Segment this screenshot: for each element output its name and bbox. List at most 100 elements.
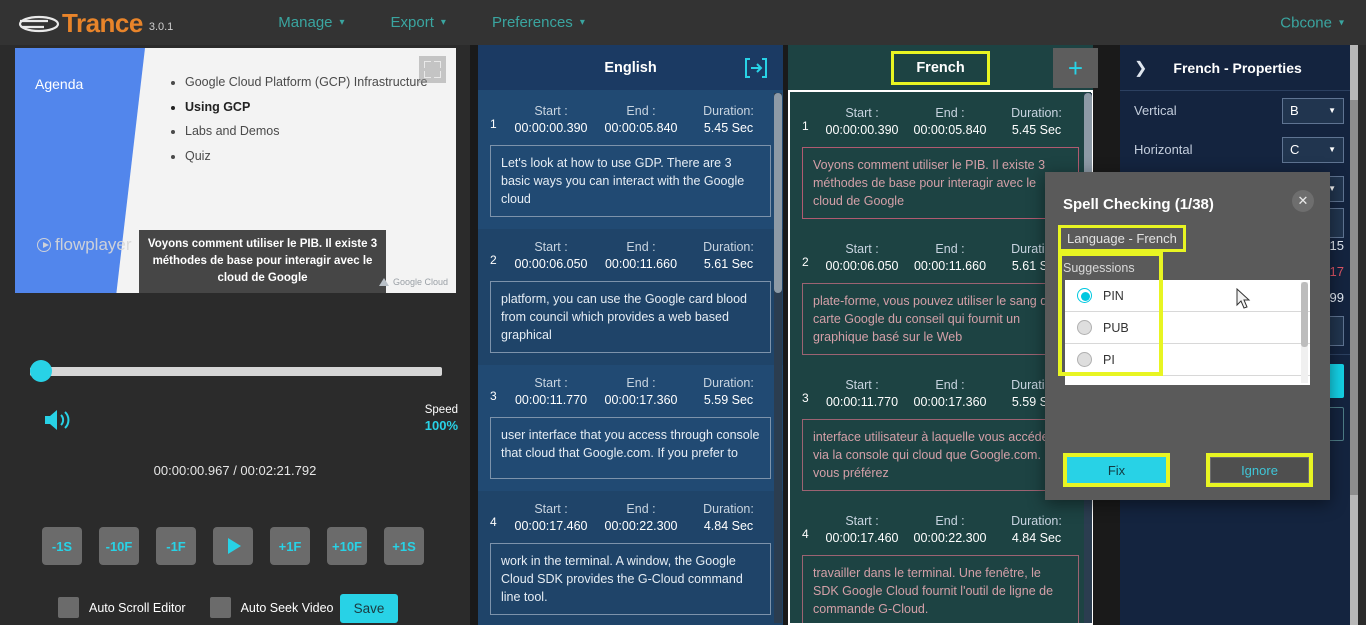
export-arrow-icon[interactable] xyxy=(743,56,769,80)
editor-options-row: Auto Scroll Editor Auto Seek Video xyxy=(58,597,357,618)
end-value: 00:00:17.360 xyxy=(913,395,987,409)
table-row[interactable]: 1 Start :00:00:00.390 End :00:00:05.840 … xyxy=(478,93,783,229)
fullscreen-icon[interactable] xyxy=(419,56,446,83)
chevron-down-icon: ▼ xyxy=(1328,106,1336,115)
chevron-down-icon: ▼ xyxy=(1328,145,1336,154)
tab-french-label[interactable]: French xyxy=(891,50,990,85)
scrollbar-thumb[interactable] xyxy=(1301,282,1308,347)
start-label: Start : xyxy=(845,378,879,392)
duration-value: 4.84 Sec xyxy=(703,519,754,533)
scrollbar-thumb[interactable] xyxy=(1350,100,1358,495)
chevron-right-icon[interactable]: ❯ xyxy=(1134,58,1147,78)
column-english: English 1 Start : 00:00:00.390 End : 00:00… xyxy=(478,45,783,625)
google-cloud-watermark: Google Cloud xyxy=(378,277,448,287)
suggestion-label: PIN xyxy=(1103,288,1124,303)
suggestions-list[interactable]: PIN PUB PI xyxy=(1065,280,1310,385)
flowplayer-watermark: flowplayer xyxy=(37,235,132,255)
end-value: 00:00:17.360 xyxy=(604,393,678,407)
cue-number: 1 xyxy=(490,117,497,131)
seek-track[interactable] xyxy=(30,367,442,376)
duration-value: 5.45 Sec xyxy=(703,121,754,135)
seek-bar[interactable] xyxy=(30,360,442,382)
seek-thumb[interactable] xyxy=(30,360,52,382)
column-english-header[interactable]: English xyxy=(478,45,783,90)
property-row-vertical: Vertical B ▼ xyxy=(1120,91,1358,130)
menu-export-label: Export xyxy=(390,14,434,31)
subtitle-text-field[interactable]: interface utilisateur à laquelle vous ac… xyxy=(802,419,1079,491)
fix-button[interactable]: Fix xyxy=(1063,453,1170,487)
speed-label: Speed xyxy=(424,404,458,416)
subtitle-text-field[interactable]: travailler dans le terminal. Une fenêtre… xyxy=(802,555,1079,623)
menu-manage[interactable]: Manage ▾ xyxy=(278,14,344,31)
speed-indicator[interactable]: Speed 100% xyxy=(425,403,458,433)
properties-scrollbar[interactable] xyxy=(1350,45,1358,625)
english-scrollbar[interactable] xyxy=(774,93,782,623)
suggestions-scrollbar[interactable] xyxy=(1301,282,1308,383)
menu-preferences[interactable]: Preferences ▾ xyxy=(492,14,585,31)
start-value: 00:00:11.770 xyxy=(514,393,588,407)
auto-seek-video-checkbox[interactable] xyxy=(209,597,231,618)
save-button[interactable]: Save xyxy=(340,594,398,623)
play-button[interactable] xyxy=(213,527,253,565)
cue-time-row: 2 Start :00:00:06.050 End :00:00:11.660 … xyxy=(802,241,1079,275)
list-item[interactable]: PI xyxy=(1065,344,1310,376)
plus-10f-button[interactable]: +10F xyxy=(327,527,367,565)
end-label: End : xyxy=(626,104,656,118)
end-value: 00:00:22.300 xyxy=(913,531,987,545)
auto-scroll-editor-checkbox[interactable] xyxy=(58,597,79,618)
subtitle-text-field[interactable]: platform, you can use the Google card bl… xyxy=(490,281,771,353)
close-icon[interactable]: ✕ xyxy=(1292,190,1314,212)
radio-icon[interactable] xyxy=(1077,288,1092,303)
user-menu[interactable]: Cbcone ▾ xyxy=(1280,14,1344,31)
cue-number: 4 xyxy=(490,515,497,529)
time-display: 00:00:00.967 / 00:02:21.792 xyxy=(153,463,317,478)
end-label: End : xyxy=(935,242,965,256)
plus-1f-button[interactable]: +1F xyxy=(270,527,310,565)
table-row[interactable]: 4 Start :00:00:17.460 End :00:00:22.300 … xyxy=(790,503,1091,623)
start-value: 00:00:11.770 xyxy=(825,395,899,409)
radio-icon[interactable] xyxy=(1077,352,1092,367)
table-row[interactable]: 3 Start :00:00:11.770 End :00:00:17.360 … xyxy=(478,365,783,491)
minus-1f-button[interactable]: -1F xyxy=(156,527,196,565)
minus-10f-button[interactable]: -10F xyxy=(99,527,139,565)
vertical-value: B xyxy=(1290,103,1299,118)
start-label: Start : xyxy=(845,106,879,120)
cue-time-row: 4 Start :00:00:17.460 End :00:00:22.300 … xyxy=(490,501,771,535)
add-language-button[interactable]: + xyxy=(1053,48,1098,88)
app-version: 3.0.1 xyxy=(148,20,174,33)
subtitle-text-field[interactable]: Voyons comment utiliser le PIB. Il exist… xyxy=(802,147,1079,219)
scrollbar-thumb[interactable] xyxy=(774,93,782,293)
plus-1s-button[interactable]: +1S xyxy=(384,527,424,565)
radio-icon[interactable] xyxy=(1077,320,1092,335)
start-label: Start : xyxy=(534,376,568,390)
table-row[interactable]: 2 Start :00:00:06.050 End :00:00:11.660 … xyxy=(478,229,783,365)
video-viewport[interactable]: Agenda Google Cloud Platform (GCP) Infra… xyxy=(15,48,456,293)
brand-logo-area[interactable]: Trance 3.0.1 xyxy=(18,10,174,36)
column-french-header[interactable]: French xyxy=(788,45,1093,90)
transport-controls: -1S -10F -1F +1F +10F +1S xyxy=(42,527,424,565)
list-item[interactable]: PIN xyxy=(1065,280,1310,312)
vertical-select[interactable]: B ▼ xyxy=(1282,97,1344,124)
column-english-body[interactable]: 1 Start :00:00:00.390 End :00:00:05.840 … xyxy=(478,90,783,625)
cue-number: 2 xyxy=(802,255,809,269)
start-value: 00:00:00.390 xyxy=(825,123,899,137)
end-label: End : xyxy=(935,378,965,392)
properties-panel-header: ❯ French - Properties xyxy=(1120,45,1358,91)
horizontal-select[interactable]: C ▼ xyxy=(1282,136,1344,163)
subtitle-text-field[interactable]: Let's look at how to use GDP. There are … xyxy=(490,145,771,217)
subtitle-text-field[interactable]: work in the terminal. A window, the Goog… xyxy=(490,543,771,615)
ignore-button[interactable]: Ignore xyxy=(1206,453,1313,487)
slide-bullet: Quiz xyxy=(185,147,435,166)
duration-label: Duration: xyxy=(703,376,754,390)
list-item[interactable]: PUB xyxy=(1065,312,1310,344)
minus-1s-button[interactable]: -1S xyxy=(42,527,82,565)
table-row[interactable]: 4 Start :00:00:17.460 End :00:00:22.300 … xyxy=(478,491,783,625)
end-value: 00:00:05.840 xyxy=(913,123,987,137)
play-circle-icon xyxy=(37,238,51,252)
subtitle-text-field[interactable]: plate-forme, vous pouvez utiliser le san… xyxy=(802,283,1079,355)
video-caption-overlay: Voyons comment utiliser le PIB. Il exist… xyxy=(139,230,386,293)
menu-export[interactable]: Export ▾ xyxy=(391,14,446,31)
start-value: 00:00:00.390 xyxy=(514,121,588,135)
volume-icon[interactable] xyxy=(42,407,72,438)
subtitle-text-field[interactable]: user interface that you access through c… xyxy=(490,417,771,479)
